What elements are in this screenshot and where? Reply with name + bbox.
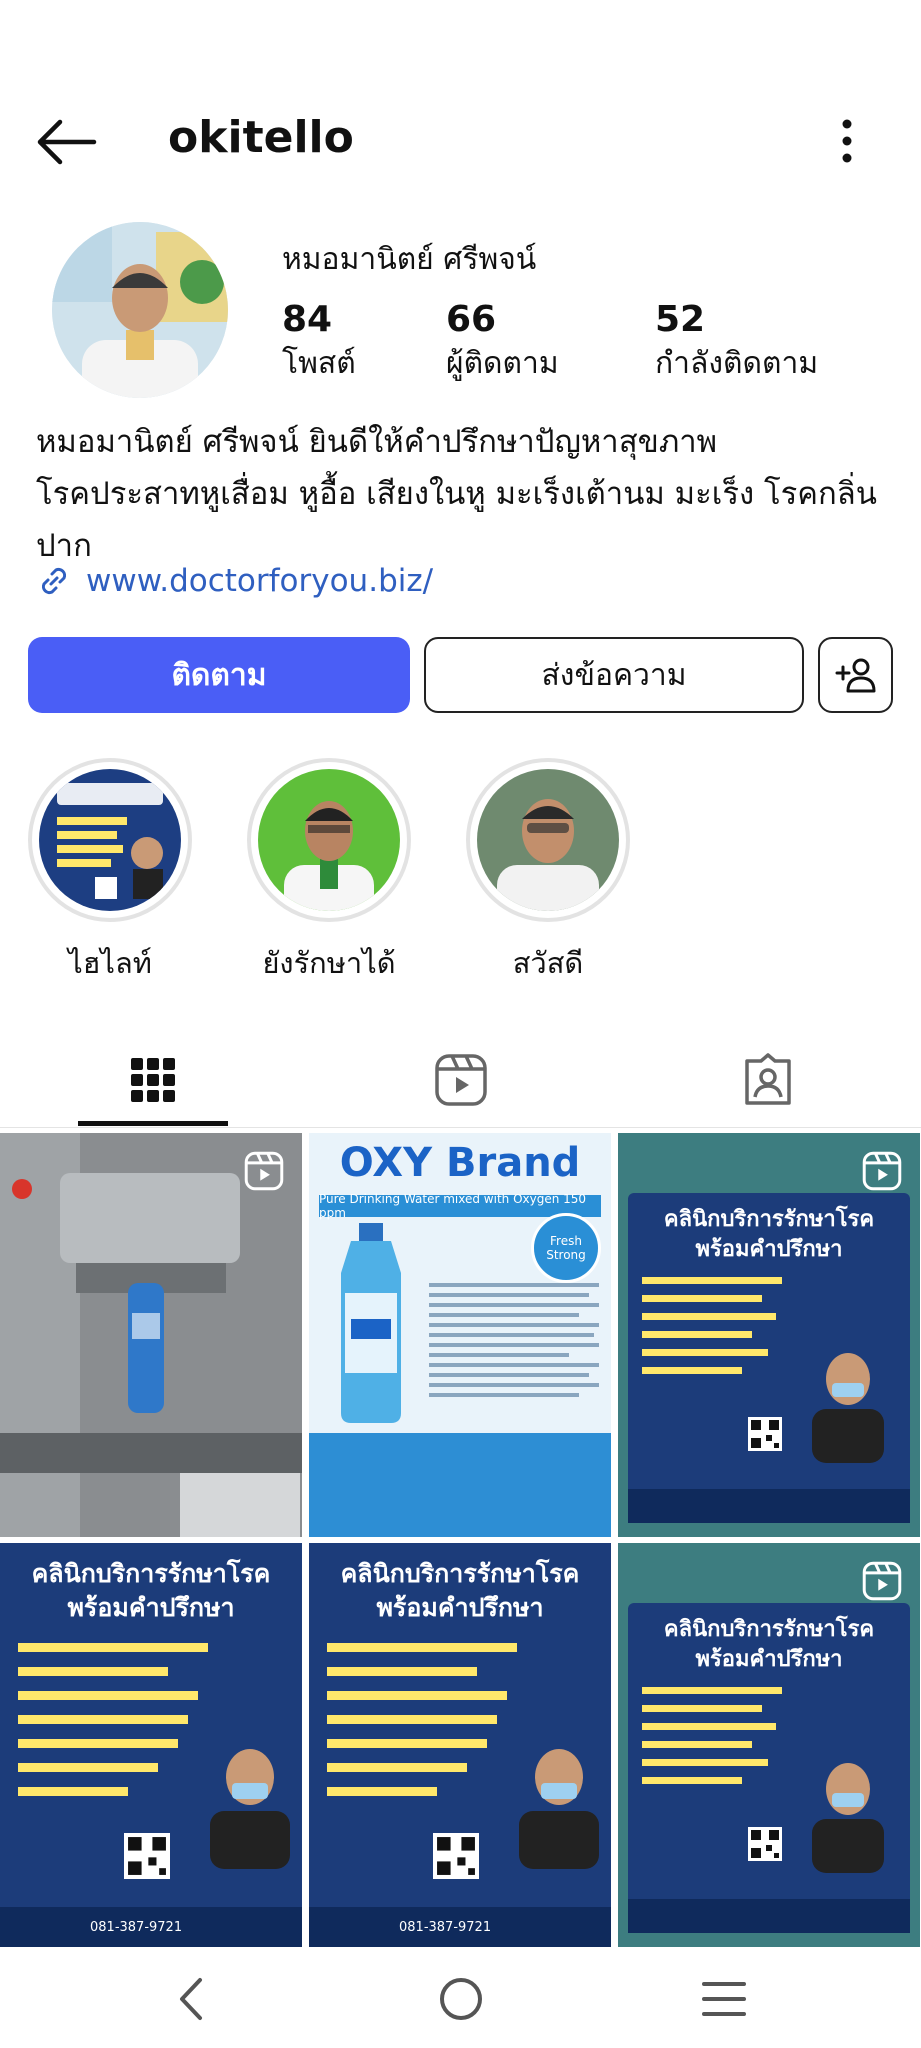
stat-posts-count: 84 <box>282 299 333 340</box>
add-person-icon <box>835 658 875 693</box>
stat-following-count: 52 <box>655 299 706 340</box>
poster-title: คลินิกบริการรักษาโรค <box>663 1617 875 1642</box>
oxy-badge-line: Fresh <box>550 1234 582 1248</box>
post-tile[interactable]: คลินิกบริการรักษาโรค พร้อมคำปรึกษา 081-3… <box>309 1543 611 1947</box>
profile-bio: หมอมานิตย์ ศรีพจน์ ยินดีให้คำปรึกษาปัญหา… <box>36 416 896 572</box>
poster-phone: 081-387-9721 <box>0 1907 302 1947</box>
poster-panel: คลินิกบริการรักษาโรค พร้อมคำปรึกษา <box>628 1603 910 1933</box>
post-tile-reel[interactable]: คลินิกบริการรักษาโรค พร้อมคำปรึกษา <box>618 1133 920 1537</box>
stat-followers[interactable]: 66 ผู้ติดตาม <box>446 298 559 384</box>
poster-subtitle: พร้อมคำปรึกษา <box>67 1593 235 1622</box>
post-thumbnail: คลินิกบริการรักษาโรค พร้อมคำปรึกษา 081-3… <box>0 1543 302 1947</box>
poster-footer <box>628 1899 910 1933</box>
post-tile-reel[interactable] <box>0 1133 302 1537</box>
stat-followers-count: 66 <box>446 299 497 340</box>
highlight-item[interactable]: สวัสดี <box>460 758 636 986</box>
highlight-ring <box>466 758 630 922</box>
highlight-item[interactable]: ไฮไลท์ <box>22 758 198 986</box>
profile-avatar[interactable] <box>52 222 228 398</box>
suggest-people-button[interactable] <box>818 637 893 713</box>
highlight-label: สวัสดี <box>512 946 584 980</box>
follow-button[interactable]: ติดตาม <box>28 637 410 713</box>
doctor-image <box>812 1763 884 1873</box>
stat-following[interactable]: 52 กำลังติดตาม <box>655 298 818 384</box>
post-tile[interactable]: คลินิกบริการรักษาโรค พร้อมคำปรึกษา 081-3… <box>0 1543 302 1947</box>
highlight-cover <box>39 769 181 911</box>
back-arrow-icon[interactable] <box>34 116 98 168</box>
display-name: หมอมานิตย์ ศรีพจน์ <box>282 242 537 277</box>
profile-link-text: www.doctorforyou.biz/ <box>86 563 434 599</box>
reel-badge-icon <box>862 1151 902 1191</box>
link-icon <box>41 567 67 595</box>
text-block <box>429 1283 599 1397</box>
active-tab-indicator <box>78 1121 228 1126</box>
poster-panel: คลินิกบริการรักษาโรค พร้อมคำปรึกษา <box>628 1193 910 1523</box>
nav-home-icon[interactable] <box>438 1976 484 2022</box>
message-button[interactable]: ส่งข้อความ <box>424 637 804 713</box>
system-nav-bar <box>0 1952 921 2048</box>
highlight-ring <box>28 758 192 922</box>
stat-following-label: กำลังติดตาม <box>655 346 819 381</box>
tagged-person-icon <box>745 1053 791 1105</box>
post-tile[interactable]: OXY Brand Pure Drinking Water mixed with… <box>309 1133 611 1537</box>
doctor-image <box>519 1749 599 1869</box>
poster-subtitle: พร้อมคำปรึกษา <box>695 1237 843 1262</box>
stat-followers-label: ผู้ติดตาม <box>446 346 559 381</box>
water-bottle-image <box>341 1223 401 1423</box>
poster-subtitle: พร้อมคำปรึกษา <box>695 1647 843 1672</box>
reels-icon <box>435 1054 487 1106</box>
oxy-footer <box>309 1433 611 1537</box>
reel-badge-icon <box>862 1561 902 1601</box>
post-thumbnail: คลินิกบริการรักษาโรค พร้อมคำปรึกษา <box>618 1543 920 1947</box>
poster-phone: 081-387-9721 <box>309 1907 611 1947</box>
profile-username: okitello <box>168 112 354 163</box>
highlight-label: ยังรักษาได้ <box>262 946 396 980</box>
poster-title: คลินิกบริการรักษาโรค <box>663 1207 875 1232</box>
poster-footer <box>628 1489 910 1523</box>
tab-tagged[interactable] <box>688 1030 848 1130</box>
highlight-cover <box>477 769 619 911</box>
more-vertical-icon[interactable] <box>836 116 858 166</box>
post-thumbnail <box>0 1133 302 1537</box>
post-thumbnail: คลินิกบริการรักษาโรค พร้อมคำปรึกษา 081-3… <box>309 1543 611 1947</box>
qr-code-icon <box>124 1833 170 1879</box>
nav-recents-icon[interactable] <box>702 1980 746 2018</box>
nav-back-icon[interactable] <box>176 1976 206 2022</box>
checklist-graphic <box>327 1643 517 1796</box>
oxy-badge-line: Strong <box>546 1248 586 1262</box>
oxy-brand-title: OXY Brand <box>339 1140 581 1186</box>
poster-title: คลินิกบริการรักษาโรค <box>340 1559 580 1588</box>
oxy-badge: Fresh Strong <box>531 1213 601 1283</box>
grid-icon <box>131 1058 175 1102</box>
bio-line: โรคประสาทหูเสื่อม หูอื้อ เสียงในหู มะเร็… <box>36 476 877 512</box>
qr-code-icon <box>748 1827 782 1861</box>
poster-title: คลินิกบริการรักษาโรค <box>31 1559 271 1588</box>
tab-reels[interactable] <box>381 1030 541 1130</box>
checklist-graphic <box>642 1687 782 1784</box>
stat-posts-label: โพสต์ <box>282 346 356 381</box>
highlight-item[interactable]: ยังรักษาได้ <box>241 758 417 986</box>
checklist-graphic <box>642 1277 782 1374</box>
divider <box>0 1127 921 1128</box>
bio-line: หมอมานิตย์ ศรีพจน์ ยินดีให้คำปรึกษาปัญหา… <box>36 424 718 460</box>
stat-posts[interactable]: 84 โพสต์ <box>282 298 356 384</box>
reel-badge-icon <box>244 1151 284 1191</box>
post-tile-reel[interactable]: คลินิกบริการรักษาโรค พร้อมคำปรึกษา <box>618 1543 920 1947</box>
profile-link[interactable]: www.doctorforyou.biz/ <box>36 563 433 599</box>
poster-subtitle: พร้อมคำปรึกษา <box>376 1593 544 1622</box>
highlight-label: ไฮไลท์ <box>68 946 152 980</box>
highlight-ring <box>247 758 411 922</box>
post-thumbnail: OXY Brand Pure Drinking Water mixed with… <box>309 1133 611 1537</box>
highlight-cover <box>258 769 400 911</box>
qr-code-icon <box>433 1833 479 1879</box>
doctor-image <box>210 1749 290 1869</box>
doctor-image <box>812 1353 884 1463</box>
qr-code-icon <box>748 1417 782 1451</box>
checklist-graphic <box>18 1643 208 1796</box>
tab-posts-grid[interactable] <box>73 1030 233 1130</box>
post-thumbnail: คลินิกบริการรักษาโรค พร้อมคำปรึกษา <box>618 1133 920 1537</box>
